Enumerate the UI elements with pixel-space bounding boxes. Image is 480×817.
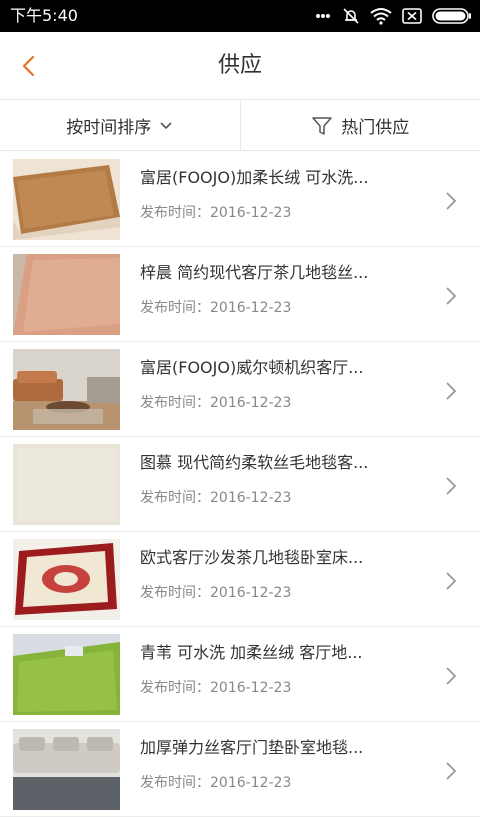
close-box-icon <box>402 8 422 24</box>
sort-by-time-button[interactable]: 按时间排序 <box>0 101 240 150</box>
wifi-icon <box>370 7 392 25</box>
list-item[interactable]: 欧式客厅沙发茶几地毯卧室床... 发布时间：2016-12-23 <box>0 532 480 627</box>
list-item[interactable]: 图慕 现代简约柔软丝毛地毯客... 发布时间：2016-12-23 <box>0 437 480 532</box>
battery-icon <box>432 7 472 25</box>
filter-bar: 按时间排序 热门供应 <box>0 101 480 151</box>
list-item[interactable]: 富居(FOOJO)威尔顿机织客厅... 发布时间：2016-12-23 <box>0 342 480 437</box>
item-title: 富居(FOOJO)加柔长绒 可水洗... <box>140 166 425 190</box>
item-date: 发布时间：2016-12-23 <box>140 202 291 224</box>
supply-list: 富居(FOOJO)加柔长绒 可水洗... 发布时间：2016-12-23 梓晨 … <box>0 152 480 817</box>
item-date: 发布时间：2016-12-23 <box>140 297 291 319</box>
item-date: 发布时间：2016-12-23 <box>140 772 291 794</box>
product-thumbnail <box>13 444 120 525</box>
status-icons <box>314 6 472 26</box>
product-thumbnail <box>13 159 120 240</box>
hot-supply-label: 热门供应 <box>341 113 409 138</box>
chevron-right-icon <box>444 190 458 212</box>
filter-icon <box>311 115 333 137</box>
product-thumbnail <box>13 539 120 620</box>
page-title: 供应 <box>0 51 480 81</box>
product-thumbnail <box>13 349 120 430</box>
status-bar: 下午5:40 <box>0 0 480 32</box>
list-item[interactable]: 梓晨 简约现代客厅茶几地毯丝... 发布时间：2016-12-23 <box>0 247 480 342</box>
chevron-right-icon <box>444 665 458 687</box>
item-title: 青苇 可水洗 加柔丝绒 客厅地... <box>140 641 425 665</box>
chevron-right-icon <box>444 570 458 592</box>
chevron-right-icon <box>444 475 458 497</box>
mute-icon <box>314 7 332 25</box>
product-thumbnail <box>13 254 120 335</box>
item-date: 发布时间：2016-12-23 <box>140 392 291 414</box>
item-date: 发布时间：2016-12-23 <box>140 582 291 604</box>
item-date: 发布时间：2016-12-23 <box>140 487 291 509</box>
list-item[interactable]: 富居(FOOJO)加柔长绒 可水洗... 发布时间：2016-12-23 <box>0 152 480 247</box>
product-thumbnail <box>13 634 120 715</box>
item-date: 发布时间：2016-12-23 <box>140 677 291 699</box>
list-item[interactable]: 青苇 可水洗 加柔丝绒 客厅地... 发布时间：2016-12-23 <box>0 627 480 722</box>
product-thumbnail <box>13 729 120 810</box>
sort-label: 按时间排序 <box>66 113 151 138</box>
chevron-right-icon <box>444 285 458 307</box>
item-title: 加厚弹力丝客厅门垫卧室地毯... <box>140 736 425 760</box>
hot-supply-button[interactable]: 热门供应 <box>240 101 480 150</box>
chevron-down-icon <box>159 121 173 131</box>
item-title: 梓晨 简约现代客厅茶几地毯丝... <box>140 261 425 285</box>
alarm-off-icon <box>342 7 360 25</box>
item-title: 图慕 现代简约柔软丝毛地毯客... <box>140 451 425 475</box>
item-title: 欧式客厅沙发茶几地毯卧室床... <box>140 546 425 570</box>
status-time: 下午5:40 <box>10 6 78 26</box>
chevron-right-icon <box>444 760 458 782</box>
list-item[interactable]: 加厚弹力丝客厅门垫卧室地毯... 发布时间：2016-12-23 <box>0 722 480 817</box>
chevron-right-icon <box>444 380 458 402</box>
item-title: 富居(FOOJO)威尔顿机织客厅... <box>140 356 425 380</box>
app-header: 供应 <box>0 32 480 100</box>
